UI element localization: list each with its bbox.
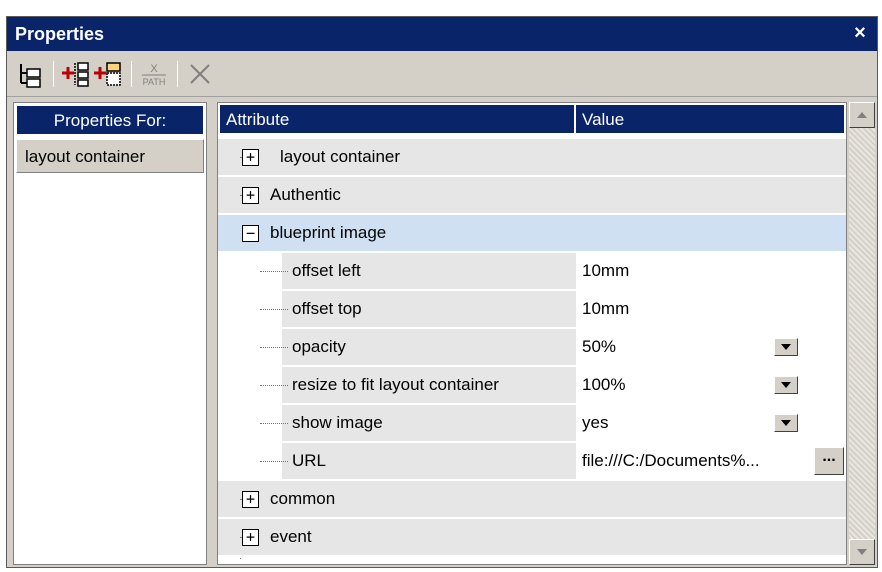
property-value[interactable]: 10mm <box>576 291 812 327</box>
tree-connector <box>260 271 288 272</box>
property-row-offset-left[interactable]: offset left 10mm <box>218 253 846 291</box>
property-row-offset-top[interactable]: offset top 10mm <box>218 291 846 329</box>
attribute-cell <box>282 443 576 479</box>
property-grid: Attribute Value + layout container + Aut… <box>217 102 847 565</box>
window-title: Properties <box>15 24 105 44</box>
property-name: resize to fit layout container <box>292 375 499 394</box>
dropdown-arrow-icon[interactable] <box>774 414 798 432</box>
toolbar-separator <box>177 61 178 87</box>
browse-button[interactable]: ... <box>814 447 844 475</box>
group-label: event <box>270 527 312 546</box>
value-edge: ... <box>812 443 846 479</box>
expand-icon[interactable]: + <box>242 529 259 546</box>
dropdown-arrow-icon[interactable] <box>774 338 798 356</box>
insert-child-property-icon[interactable] <box>61 59 91 89</box>
xpath-icon-path: PATH <box>143 77 166 87</box>
properties-content: Properties For: layout container Attribu… <box>7 98 877 567</box>
group-label: blueprint image <box>270 223 387 242</box>
collapse-icon[interactable]: − <box>242 225 259 242</box>
column-header-value[interactable]: Value <box>575 104 845 134</box>
expand-icon[interactable]: + <box>242 149 259 166</box>
property-row-show-image[interactable]: show image yes <box>218 405 846 443</box>
property-row-resize-to-fit[interactable]: resize to fit layout container 100% <box>218 367 846 405</box>
close-icon[interactable]: × <box>849 22 871 44</box>
group-row-blueprint-image[interactable]: − blueprint image <box>218 215 846 253</box>
group-label: layout container <box>280 147 401 166</box>
expand-icon[interactable]: + <box>242 491 259 508</box>
value-edge <box>812 405 846 441</box>
toolbar-separator <box>131 61 132 87</box>
tree-connector <box>260 385 288 386</box>
group-label: common <box>270 489 336 508</box>
properties-for-header: Properties For: <box>16 105 204 135</box>
tree-connector <box>260 423 288 424</box>
tree-connector <box>260 309 288 310</box>
toolbar-separator <box>53 61 54 87</box>
dropdown-arrow-icon[interactable] <box>774 376 798 394</box>
value-edge <box>812 253 846 289</box>
value-edge <box>812 329 846 365</box>
group-row-layout-container[interactable]: + layout container <box>218 139 846 177</box>
insert-property-icon[interactable] <box>93 59 123 89</box>
expand-icon[interactable]: + <box>242 187 259 204</box>
property-name: opacity <box>292 337 346 356</box>
title-bar: Properties × <box>7 17 877 51</box>
property-value[interactable]: 10mm <box>576 253 812 289</box>
scroll-down-icon[interactable] <box>849 539 875 565</box>
property-name: show image <box>292 413 383 432</box>
property-row-opacity[interactable]: opacity 50% <box>218 329 846 367</box>
delete-icon[interactable] <box>185 59 215 89</box>
xpath-icon[interactable]: X PATH <box>139 59 169 89</box>
property-name: offset top <box>292 299 362 318</box>
scroll-up-icon[interactable] <box>849 102 875 128</box>
properties-for-pane: Properties For: layout container <box>13 102 207 565</box>
properties-window: Properties × X PATH Properties For: layo… <box>6 16 878 568</box>
column-header-attribute[interactable]: Attribute <box>219 104 575 134</box>
tree-view-icon[interactable] <box>15 59 45 89</box>
tree-connector <box>260 461 288 462</box>
property-row-url[interactable]: URL file:///C:/Documents%... ... <box>218 443 846 481</box>
toolbar: X PATH <box>7 51 877 97</box>
tree-connector <box>260 347 288 348</box>
group-row-common[interactable]: + common <box>218 481 846 519</box>
value-edge <box>812 367 846 403</box>
value-edge <box>812 291 846 327</box>
group-row-event[interactable]: + event <box>218 519 846 557</box>
grid-header: Attribute Value <box>218 103 846 135</box>
property-value[interactable]: file:///C:/Documents%... <box>576 443 812 479</box>
vertical-scrollbar[interactable] <box>849 102 875 565</box>
properties-for-item[interactable]: layout container <box>16 139 204 173</box>
group-row-authentic[interactable]: + Authentic <box>218 177 846 215</box>
property-name: URL <box>292 451 327 470</box>
xpath-icon-x: X <box>150 63 158 75</box>
group-label: Authentic <box>270 185 341 204</box>
property-name: offset left <box>292 261 361 280</box>
